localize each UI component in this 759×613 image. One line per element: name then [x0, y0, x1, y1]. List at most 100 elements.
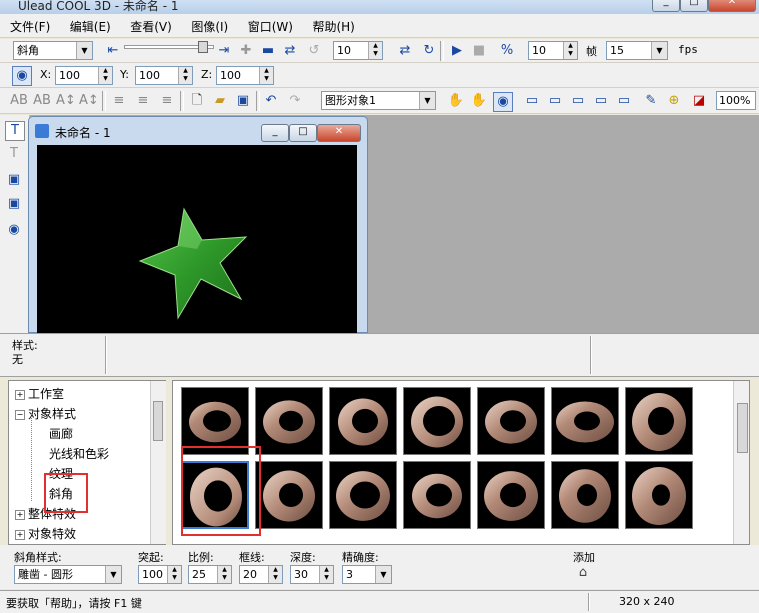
position-icon[interactable]: ◉ — [12, 66, 32, 86]
insert-graphic-icon[interactable]: ▣ — [5, 171, 23, 189]
view-icon[interactable]: ▭ — [615, 92, 633, 110]
frame-number-input[interactable]: 10 ▲ ▼ — [333, 41, 383, 60]
pen-icon[interactable]: ✎ — [642, 92, 660, 110]
bevel-preset-thumbnail[interactable] — [625, 461, 693, 529]
fps-select[interactable]: 15 ▼ — [606, 41, 668, 60]
bevel-preset-thumbnail[interactable] — [181, 387, 249, 455]
bevel-preset-thumbnail[interactable] — [551, 387, 619, 455]
render-canvas[interactable] — [37, 145, 357, 333]
loop-icon[interactable]: ↺ — [305, 42, 323, 60]
bevel-preset-thumbnail[interactable] — [255, 461, 323, 529]
swap-icon[interactable]: ⇄ — [396, 42, 414, 60]
expand-icon[interactable]: + — [15, 529, 25, 540]
new-file-icon[interactable]: 🗋 — [188, 92, 206, 110]
zoom-field[interactable]: 100% — [716, 91, 756, 110]
bevel-preset-thumbnail[interactable] — [255, 387, 323, 455]
view-icon[interactable]: ▭ — [523, 92, 541, 110]
edit-text-icon[interactable]: T — [5, 145, 23, 163]
scrollbar-thumb[interactable] — [737, 403, 748, 453]
move-tool-icon[interactable]: ◉ — [493, 92, 513, 112]
add-keyframe-icon[interactable]: ✚ — [237, 42, 255, 60]
tree-scrollbar[interactable] — [150, 381, 166, 544]
bevel-style-select[interactable]: 雕凿 - 圆形 ▼ — [14, 565, 122, 584]
percent-icon[interactable]: % — [498, 42, 516, 60]
menu-bar: 文件(F) 编辑(E) 查看(V) 图像(I) 窗口(W) 帮助(H) — [0, 14, 759, 38]
remove-keyframe-icon[interactable]: ▬ — [259, 42, 277, 60]
bevel-preset-thumbnail[interactable] — [477, 387, 545, 455]
star-object[interactable] — [37, 145, 357, 333]
align-right-icon[interactable]: ≡ — [158, 92, 176, 110]
globe-icon[interactable]: ⊕ — [665, 92, 683, 110]
redo-icon[interactable]: ↷ — [286, 92, 304, 110]
bevel-preset-thumbnail[interactable] — [329, 387, 397, 455]
timeline-slider-handle[interactable] — [198, 41, 208, 53]
tree-item-object-style[interactable]: − 对象样式 — [15, 405, 76, 422]
object-select[interactable]: 图形对象1 ▼ — [321, 91, 436, 110]
geometry-icon[interactable]: ◉ — [5, 221, 23, 239]
border-input[interactable]: 20 ▲ ▼ — [239, 565, 283, 584]
bevel-preset-thumbnail[interactable] — [403, 461, 471, 529]
text-tool-icon[interactable]: A↕ — [79, 92, 99, 110]
scrollbar-thumb[interactable] — [153, 401, 163, 441]
effect-select[interactable]: 斜角 ▼ — [13, 41, 93, 60]
minimize-button[interactable]: _ — [652, 0, 680, 12]
depth-input[interactable]: 30 ▲ ▼ — [290, 565, 334, 584]
tree-item-gallery[interactable]: 画廊 — [49, 425, 73, 442]
open-file-icon[interactable]: ▰ — [211, 92, 229, 110]
tree-item-studio[interactable]: + 工作室 — [15, 385, 64, 402]
tree-item-object-effects[interactable]: + 对象特效 — [15, 525, 76, 542]
bevel-preset-thumbnail[interactable] — [625, 387, 693, 455]
frame-count-input[interactable]: 10 ▲ ▼ — [528, 41, 578, 60]
z-input[interactable]: 100 ▲ ▼ — [216, 66, 274, 85]
menu-image[interactable]: 图像(I) — [181, 14, 234, 35]
doc-maximize-button[interactable]: □ — [289, 124, 317, 142]
view-icon[interactable]: ▭ — [546, 92, 564, 110]
menu-view[interactable]: 查看(V) — [120, 14, 178, 35]
y-input[interactable]: 100 ▲ ▼ — [135, 66, 193, 85]
text-tool-icon[interactable]: AB — [10, 92, 28, 110]
effect-select-value: 斜角 — [17, 44, 39, 57]
menu-help[interactable]: 帮助(H) — [302, 14, 360, 35]
collapse-icon[interactable]: − — [15, 409, 25, 420]
align-left-icon[interactable]: ≡ — [110, 92, 128, 110]
text-tool-icon[interactable]: A↕ — [56, 92, 76, 110]
first-frame-icon[interactable]: ⇤ — [104, 42, 122, 60]
bevel-preset-thumbnail[interactable] — [477, 461, 545, 529]
edit-graphic-icon[interactable]: ▣ — [5, 195, 23, 213]
add-to-gallery-icon[interactable]: ⌂ — [574, 564, 592, 582]
rotate-tool-icon[interactable]: ✋ — [470, 92, 488, 110]
bevel-preset-thumbnail[interactable] — [551, 461, 619, 529]
tree-item-light-color[interactable]: 光线和色彩 — [49, 445, 109, 462]
menu-window[interactable]: 窗口(W) — [238, 14, 299, 35]
undo-icon[interactable]: ↶ — [262, 92, 280, 110]
insert-text-icon[interactable]: T — [5, 121, 25, 141]
text-tool-icon[interactable]: AB — [33, 92, 51, 110]
doc-minimize-button[interactable]: _ — [261, 124, 289, 142]
stop-icon[interactable]: ■ — [470, 42, 488, 60]
play-icon[interactable]: ▶ — [448, 42, 466, 60]
menu-file[interactable]: 文件(F) — [0, 14, 56, 35]
save-icon[interactable]: ▣ — [234, 92, 252, 110]
bevel-preset-thumbnail[interactable] — [329, 461, 397, 529]
protrude-input[interactable]: 100 ▲ ▼ — [138, 565, 182, 584]
expand-icon[interactable]: + — [15, 389, 25, 400]
reverse-icon[interactable]: ⇄ — [281, 42, 299, 60]
align-center-icon[interactable]: ≡ — [134, 92, 152, 110]
hand-tool-icon[interactable]: ✋ — [447, 92, 465, 110]
maximize-button[interactable]: □ — [680, 0, 708, 12]
scale-input[interactable]: 25 ▲ ▼ — [188, 565, 232, 584]
expand-icon[interactable]: + — [15, 509, 25, 520]
view-icon[interactable]: ▭ — [592, 92, 610, 110]
rotate-icon[interactable]: ↻ — [420, 42, 438, 60]
y-label: Y: — [120, 68, 129, 81]
x-input[interactable]: 100 ▲ ▼ — [55, 66, 113, 85]
edit-icon[interactable]: ◪ — [690, 92, 708, 110]
last-frame-icon[interactable]: ⇥ — [215, 42, 233, 60]
precision-select[interactable]: 3 ▼ — [342, 565, 392, 584]
doc-close-button[interactable]: ✕ — [317, 124, 361, 142]
menu-edit[interactable]: 编辑(E) — [60, 14, 117, 35]
gallery-scrollbar[interactable] — [733, 381, 749, 544]
close-button[interactable]: ✕ — [708, 0, 756, 12]
view-icon[interactable]: ▭ — [569, 92, 587, 110]
bevel-preset-thumbnail[interactable] — [403, 387, 471, 455]
